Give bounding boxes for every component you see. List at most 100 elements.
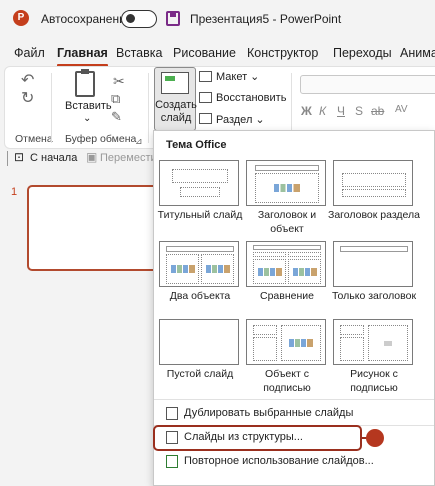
- layout-thumbnail: [159, 241, 239, 287]
- tab-transitions[interactable]: Переходы: [333, 46, 392, 60]
- slide-number: 1: [11, 186, 18, 198]
- layout-label: Два объекта: [169, 290, 231, 302]
- layout-icon: [199, 71, 212, 82]
- quickbar-divider: [7, 151, 8, 166]
- content-placeholder: [255, 173, 319, 203]
- tab-animations[interactable]: Анима: [400, 46, 435, 60]
- document-title: Презентация5 - PowerPoint: [190, 12, 342, 26]
- content-placeholder: [166, 254, 199, 284]
- underline-button[interactable]: Ч: [337, 104, 345, 118]
- layout-blank[interactable]: Пустой слайд: [159, 319, 243, 397]
- content-icons: [170, 265, 195, 273]
- reuse-slides-command[interactable]: Повторное использование слайдов...: [154, 451, 434, 473]
- reset-icon: [199, 92, 212, 103]
- content-icons: [289, 339, 313, 347]
- content-placeholder: [253, 259, 286, 284]
- layout-two-content[interactable]: Два объекта: [159, 241, 243, 319]
- layout-section-header[interactable]: Заголовок раздела: [328, 160, 420, 238]
- from-start-label: С начала: [30, 152, 78, 164]
- strikethrough-button[interactable]: ab: [371, 104, 384, 118]
- highlight-annotation: [153, 425, 362, 451]
- clipboard-clip-icon: [81, 69, 89, 74]
- text-placeholder: [288, 252, 321, 257]
- content-icons: [274, 184, 300, 192]
- ribbon-tabs: Файл Главная Вставка Рисование Конструкт…: [0, 38, 435, 67]
- picture-icon: [384, 341, 392, 346]
- title-bar: P Автосохранение Презентация5 - PowerPoi…: [0, 0, 435, 38]
- content-placeholder: [288, 259, 321, 284]
- layout-label: Объект с подписью: [263, 368, 311, 394]
- chevron-down-icon: ⌄: [83, 113, 92, 124]
- tab-file[interactable]: Файл: [14, 46, 45, 60]
- autosave-toggle[interactable]: [121, 10, 157, 28]
- cut-icon[interactable]: ✂: [113, 73, 125, 89]
- layout-label: Макет ⌄: [216, 71, 260, 83]
- layout-thumbnail: [159, 160, 239, 206]
- content-icons: [257, 267, 282, 276]
- paste-label: Вставить: [65, 100, 112, 112]
- autosave-label: Автосохранение: [41, 12, 133, 26]
- layout-label: Рисунок с подписью: [350, 368, 398, 394]
- title-placeholder: [340, 246, 408, 252]
- duplicate-slides-command[interactable]: Дублировать выбранные слайды: [154, 403, 434, 425]
- subtitle-placeholder: [180, 187, 220, 197]
- move-icon: ▣: [86, 150, 98, 164]
- shadow-button[interactable]: S: [355, 104, 363, 118]
- undo-group-label: Отмена: [15, 133, 53, 145]
- tab-home[interactable]: Главная: [57, 46, 108, 67]
- text-placeholder: [253, 337, 277, 361]
- title-placeholder: [166, 246, 234, 252]
- format-painter-icon[interactable]: ✎: [111, 109, 122, 125]
- title-placeholder: [172, 169, 228, 183]
- copy-icon[interactable]: ⧉: [111, 91, 120, 107]
- duplicate-label: Дублировать выбранные слайды: [184, 407, 354, 419]
- reuse-icon: [166, 455, 178, 468]
- powerpoint-logo-icon: P: [13, 10, 29, 26]
- content-placeholder: [281, 325, 321, 361]
- clipboard-icon: [75, 71, 95, 97]
- layout-thumbnail: [333, 319, 413, 365]
- layout-thumbnail: [333, 241, 413, 287]
- title-placeholder: [253, 245, 321, 250]
- picture-placeholder: [368, 325, 408, 361]
- layout-thumbnail: [333, 160, 413, 206]
- layout-label: Сравнение: [260, 290, 314, 302]
- bold-button[interactable]: Ж: [301, 104, 312, 118]
- clipboard-group-label: Буфер обмена: [65, 133, 137, 145]
- section-icon: [199, 113, 212, 124]
- layout-thumbnail: [246, 241, 326, 287]
- dialog-launcher-icon[interactable]: ⊿: [135, 133, 143, 149]
- layout-thumbnail: [159, 319, 239, 365]
- layout-label: Только заголовок: [331, 290, 417, 302]
- save-icon[interactable]: [166, 11, 180, 26]
- undo-icon[interactable]: ↶: [21, 73, 34, 89]
- layout-thumbnail: [246, 160, 326, 206]
- group-divider: [51, 73, 52, 143]
- layout-content-with-caption[interactable]: Объект с подписью: [246, 319, 330, 397]
- slideshow-icon: ⊡: [14, 150, 25, 164]
- char-spacing-button[interactable]: AV: [395, 104, 408, 115]
- layout-picture-with-caption[interactable]: Рисунок с подписью: [333, 319, 417, 397]
- redo-icon[interactable]: ↻: [21, 91, 34, 107]
- new-slide-label-line1: Создать: [155, 99, 197, 111]
- new-slide-button[interactable]: Создать слайд ⌄: [154, 67, 197, 137]
- tab-design[interactable]: Конструктор: [247, 46, 318, 60]
- layout-title-only[interactable]: Только заголовок: [332, 241, 417, 319]
- tab-draw[interactable]: Рисование: [173, 46, 236, 60]
- layout-comparison[interactable]: Сравнение: [246, 241, 330, 319]
- font-name-combobox[interactable]: [300, 75, 435, 94]
- text-placeholder: [253, 252, 286, 257]
- layout-label: Заголовок и объект: [257, 209, 317, 235]
- reuse-label: Повторное использование слайдов...: [184, 455, 374, 467]
- text-placeholder: [340, 337, 364, 361]
- layout-label: Титульный слайд: [157, 209, 243, 221]
- theme-heading: Тема Office: [166, 139, 227, 151]
- tab-insert[interactable]: Вставка: [116, 46, 162, 60]
- layout-title-content[interactable]: Заголовок и объект: [246, 160, 330, 238]
- italic-button[interactable]: К: [319, 104, 326, 118]
- title-placeholder: [342, 173, 406, 187]
- menu-divider: [154, 399, 434, 400]
- title-placeholder: [340, 325, 364, 335]
- layout-title-slide[interactable]: Титульный слайд: [158, 160, 243, 238]
- duplicate-icon: [166, 407, 178, 420]
